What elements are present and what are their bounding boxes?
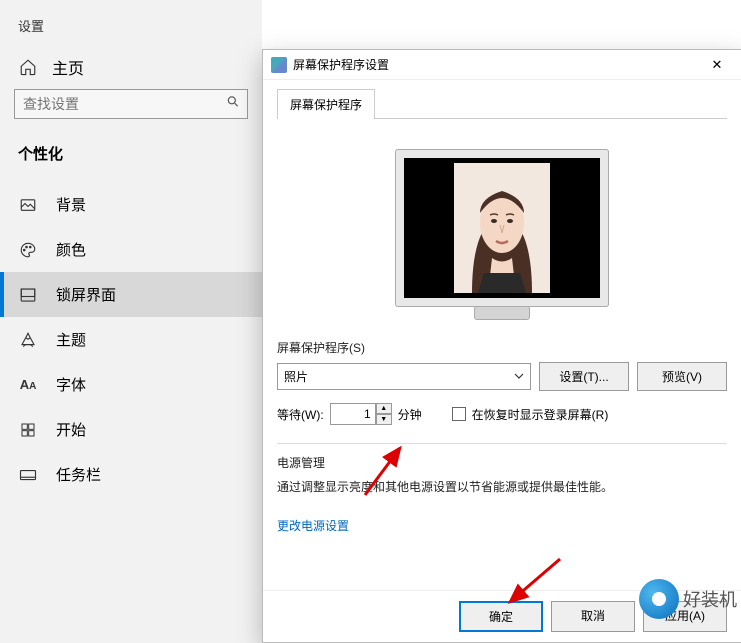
home-icon (18, 58, 38, 76)
home-nav[interactable]: 主页 (0, 45, 262, 89)
nav-label: 背景 (56, 194, 86, 215)
section-header: 个性化 (0, 137, 262, 182)
sidebar-item-start[interactable]: 开始 (0, 407, 262, 452)
app-title: 设置 (0, 0, 262, 45)
preview-area (277, 119, 727, 327)
fonts-icon: AA (18, 377, 38, 392)
watermark: 好装机 (639, 579, 737, 619)
nav-label: 主题 (56, 329, 86, 350)
preview-photo (454, 163, 550, 293)
search-icon (226, 95, 240, 114)
start-icon (18, 422, 38, 438)
power-settings-link[interactable]: 更改电源设置 (277, 517, 349, 534)
tab-strip: 屏幕保护程序 (277, 88, 727, 119)
sidebar-item-themes[interactable]: 主题 (0, 317, 262, 362)
monitor-preview (395, 149, 609, 307)
power-info-text: 通过调整显示亮度和其他电源设置以节省能源或提供最佳性能。 (277, 477, 727, 499)
nav-label: 任务栏 (56, 464, 101, 485)
watermark-text: 好装机 (683, 586, 737, 612)
palette-icon (18, 241, 38, 259)
power-group-label: 电源管理 (277, 454, 727, 471)
wait-label: 等待(W): (277, 406, 324, 423)
picture-icon (18, 196, 38, 214)
chevron-down-icon (514, 370, 524, 384)
screensaver-group-label: 屏幕保护程序(S) (277, 339, 727, 356)
watermark-logo-icon (639, 579, 679, 619)
dialog-app-icon (271, 57, 287, 73)
lockscreen-icon (18, 286, 38, 304)
screensaver-dialog: 屏幕保护程序设置 ✕ 屏幕保护程序 (262, 49, 741, 643)
taskbar-icon (18, 466, 38, 484)
sidebar-item-taskbar[interactable]: 任务栏 (0, 452, 262, 497)
nav-label: 开始 (56, 419, 86, 440)
dialog-titlebar: 屏幕保护程序设置 ✕ (263, 50, 741, 80)
ok-button[interactable]: 确定 (459, 601, 543, 632)
select-value: 照片 (284, 368, 308, 385)
sidebar-item-lockscreen[interactable]: 锁屏界面 (0, 272, 262, 317)
themes-icon (18, 331, 38, 349)
cancel-button[interactable]: 取消 (551, 601, 635, 632)
sidebar-item-colors[interactable]: 颜色 (0, 227, 262, 272)
dialog-title: 屏幕保护程序设置 (293, 56, 389, 73)
home-label: 主页 (52, 55, 84, 79)
tab-screensaver[interactable]: 屏幕保护程序 (277, 89, 375, 119)
wait-input[interactable] (330, 403, 376, 425)
resume-label: 在恢复时显示登录屏幕(R) (472, 406, 609, 423)
settings-button[interactable]: 设置(T)... (539, 362, 629, 391)
resume-checkbox[interactable] (452, 407, 466, 421)
nav-label: 锁屏界面 (56, 284, 116, 305)
screensaver-select[interactable]: 照片 (277, 363, 531, 390)
wait-spin-up[interactable]: ▲ (376, 403, 392, 414)
sidebar-item-fonts[interactable]: AA 字体 (0, 362, 262, 407)
settings-sidebar: 设置 主页 个性化 背景 颜色 锁屏界面 (0, 0, 262, 643)
search-input[interactable] (14, 89, 248, 119)
wait-spin-down[interactable]: ▼ (376, 414, 392, 425)
preview-button[interactable]: 预览(V) (637, 362, 727, 391)
close-button[interactable]: ✕ (701, 57, 733, 73)
wait-unit: 分钟 (398, 406, 422, 423)
nav-label: 颜色 (56, 239, 86, 260)
sidebar-item-background[interactable]: 背景 (0, 182, 262, 227)
nav-label: 字体 (56, 374, 86, 395)
